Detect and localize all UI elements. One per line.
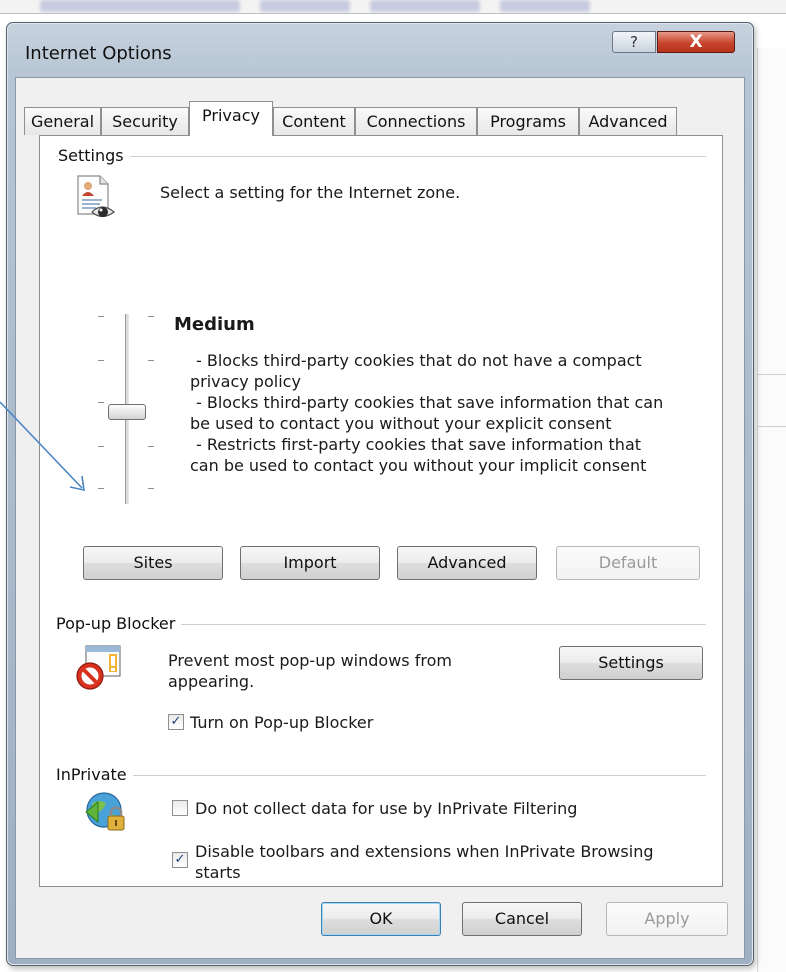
background-blurred-text [370,0,480,12]
slider-tick [98,402,104,403]
slider-tick [148,316,154,317]
background-blurred-text [500,0,590,12]
slider-tick [148,360,154,361]
disable-toolbars-label-line2[interactable]: starts [195,862,241,883]
privacy-document-icon [77,175,115,218]
tab-security[interactable]: Security [101,107,189,135]
settings-group-label: Settings [58,146,130,165]
slider-tick [148,488,154,489]
tab-content[interactable]: Content [273,107,355,135]
internet-options-dialog: Internet Options ? X General Security Pr… [6,22,754,966]
tab-privacy[interactable]: Privacy [189,101,273,136]
slider-tick [148,446,154,447]
tab-advanced[interactable]: Advanced [579,107,677,135]
description-line: be used to contact you without your expl… [190,414,612,433]
tab-programs[interactable]: Programs [477,107,579,135]
advanced-button[interactable]: Advanced [397,546,537,580]
default-button[interactable]: Default [556,546,700,580]
popup-blocker-checkbox[interactable]: ✓ [168,714,184,730]
background-divider [757,426,786,427]
background-browser-panel [757,48,786,972]
description-line: - Blocks third-party cookies that do not… [196,351,642,370]
help-button[interactable]: ? [612,31,656,53]
tab-general[interactable]: General [24,107,101,135]
dialog-client-area: General Security Privacy Content Connect… [15,77,745,959]
cancel-button[interactable]: Cancel [462,902,582,936]
privacy-tab-panel: Settings Select a setting for the Intern… [39,135,723,887]
no-collect-data-checkbox[interactable] [172,800,188,816]
description-line: can be used to contact you without your … [190,456,647,475]
popup-blocker-icon [76,645,121,690]
disable-toolbars-label-line1[interactable]: Disable toolbars and extensions when InP… [195,841,653,862]
background-blurred-text [260,0,350,12]
zone-setting-text: Select a setting for the Internet zone. [160,183,461,202]
disable-toolbars-checkbox[interactable]: ✓ [172,852,188,868]
popup-blocker-checkbox-label[interactable]: Turn on Pop-up Blocker [190,712,373,733]
popup-settings-button[interactable]: Settings [559,646,703,680]
inprivate-group-label: InPrivate [56,765,133,784]
background-blurred-text [40,0,240,12]
tab-connections[interactable]: Connections [355,107,477,135]
slider-tick [98,360,104,361]
import-button[interactable]: Import [240,546,380,580]
background-divider [757,374,786,375]
inprivate-icon [85,792,125,831]
inprivate-group-line [56,775,706,776]
popup-text-line1: Prevent most pop-up windows from [168,651,452,670]
close-button[interactable]: X [657,31,735,53]
popup-text-line2: appearing. [168,672,255,691]
description-line: - Blocks third-party cookies that save i… [196,393,664,412]
settings-group-line [56,156,706,157]
slider-thumb[interactable] [108,404,146,420]
slider-tick [98,446,104,447]
apply-button[interactable]: Apply [606,902,728,936]
description-line: - Restricts first-party cookies that sav… [196,435,642,454]
slider-tick [98,488,104,489]
description-line: privacy policy [190,372,301,391]
sites-button[interactable]: Sites [83,546,223,580]
popup-blocker-group-label: Pop-up Blocker [56,614,182,633]
window-title: Internet Options [25,43,172,64]
privacy-level-description: - Blocks third-party cookies that do not… [190,350,690,476]
ok-button[interactable]: OK [321,902,441,936]
privacy-level-name: Medium [174,314,255,335]
slider-tick [98,316,104,317]
no-collect-data-label[interactable]: Do not collect data for use by InPrivate… [195,798,577,819]
